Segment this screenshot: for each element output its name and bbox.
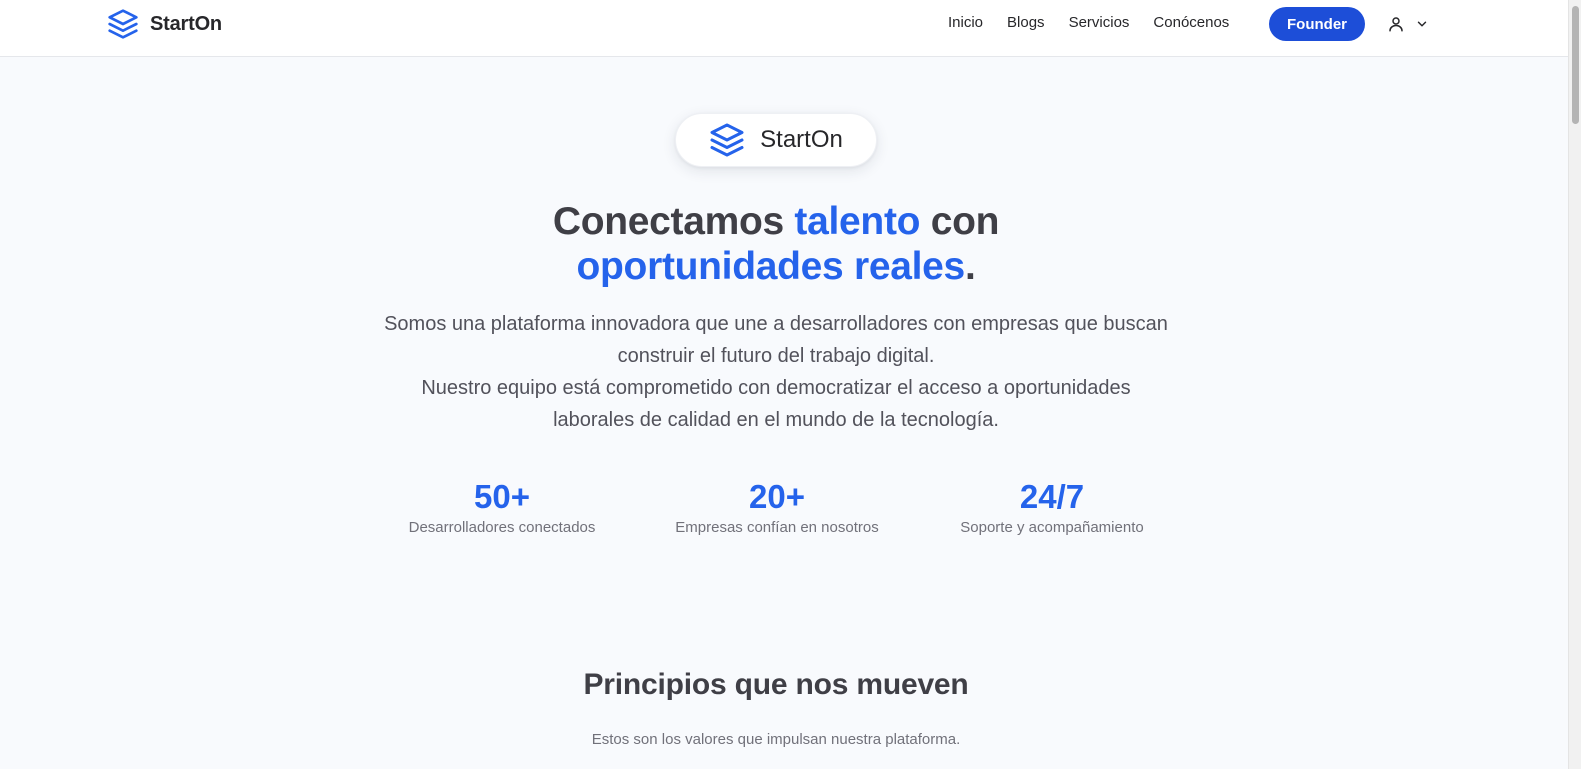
nav-link-inicio[interactable]: Inicio: [948, 14, 983, 31]
nav-link-blogs[interactable]: Blogs: [1007, 14, 1045, 31]
hero-title-accent-talento: talento: [794, 200, 921, 243]
hero-description: Somos una plataforma innovadora que une …: [380, 308, 1172, 436]
hero-title-end: .: [964, 245, 976, 288]
user-icon: [1387, 15, 1405, 33]
brand-name: StartOn: [150, 12, 222, 35]
user-menu-toggle[interactable]: [1387, 13, 1429, 35]
page: StartOn Inicio Blogs Servicios Conócenos…: [0, 0, 1581, 769]
nav-link-servicios[interactable]: Servicios: [1069, 14, 1130, 31]
nav-link-conocenos[interactable]: Conócenos: [1153, 14, 1229, 31]
hero-title: Conectamos talento con oportunidades real…: [390, 199, 1162, 289]
stat-value: 24/7: [1019, 478, 1085, 515]
principles-subtitle: Estos son los valores que impulsan nuest…: [591, 731, 961, 748]
main-nav: Inicio Blogs Servicios Conócenos: [948, 14, 1229, 31]
stat-label: Empresas confían en nosotros: [675, 519, 879, 536]
scrollbar-thumb[interactable]: [1572, 6, 1579, 124]
hero-title-accent-oportunidades: oportunidades reales: [576, 245, 966, 288]
hero-description-line1: Somos una plataforma innovadora que une …: [384, 313, 1168, 367]
stat-item: 50+ Desarrolladores conectados: [407, 478, 597, 536]
stat-label: Soporte y acompañamiento: [960, 519, 1144, 536]
navbar: StartOn Inicio Blogs Servicios Conócenos…: [0, 0, 1568, 57]
hero-title-part2: con: [920, 200, 1000, 243]
layers-icon: [107, 8, 139, 40]
hero-badge-name: StartOn: [760, 126, 843, 153]
hero-title-part1: Conectamos: [552, 200, 795, 243]
brand-logo-link[interactable]: StartOn: [107, 8, 222, 40]
stat-label: Desarrolladores conectados: [408, 519, 596, 536]
hero-description-line2: Nuestro equipo está comprometido con dem…: [421, 377, 1131, 431]
stat-item: 20+ Empresas confían en nosotros: [674, 478, 880, 536]
chevron-down-icon: [1415, 17, 1429, 31]
principles-title: Principios que nos mueven: [583, 668, 969, 701]
stat-value: 20+: [749, 478, 805, 515]
hero-brand-badge: StartOn: [675, 113, 877, 167]
stats-row: 50+ Desarrolladores conectados 20+ Empre…: [380, 478, 1172, 548]
stat-item: 24/7 Soporte y acompañamiento: [955, 478, 1149, 536]
stat-value: 50+: [474, 478, 530, 515]
founder-button[interactable]: Founder: [1269, 7, 1365, 41]
layers-icon: [709, 122, 745, 158]
page-scrollbar[interactable]: [1568, 0, 1581, 769]
